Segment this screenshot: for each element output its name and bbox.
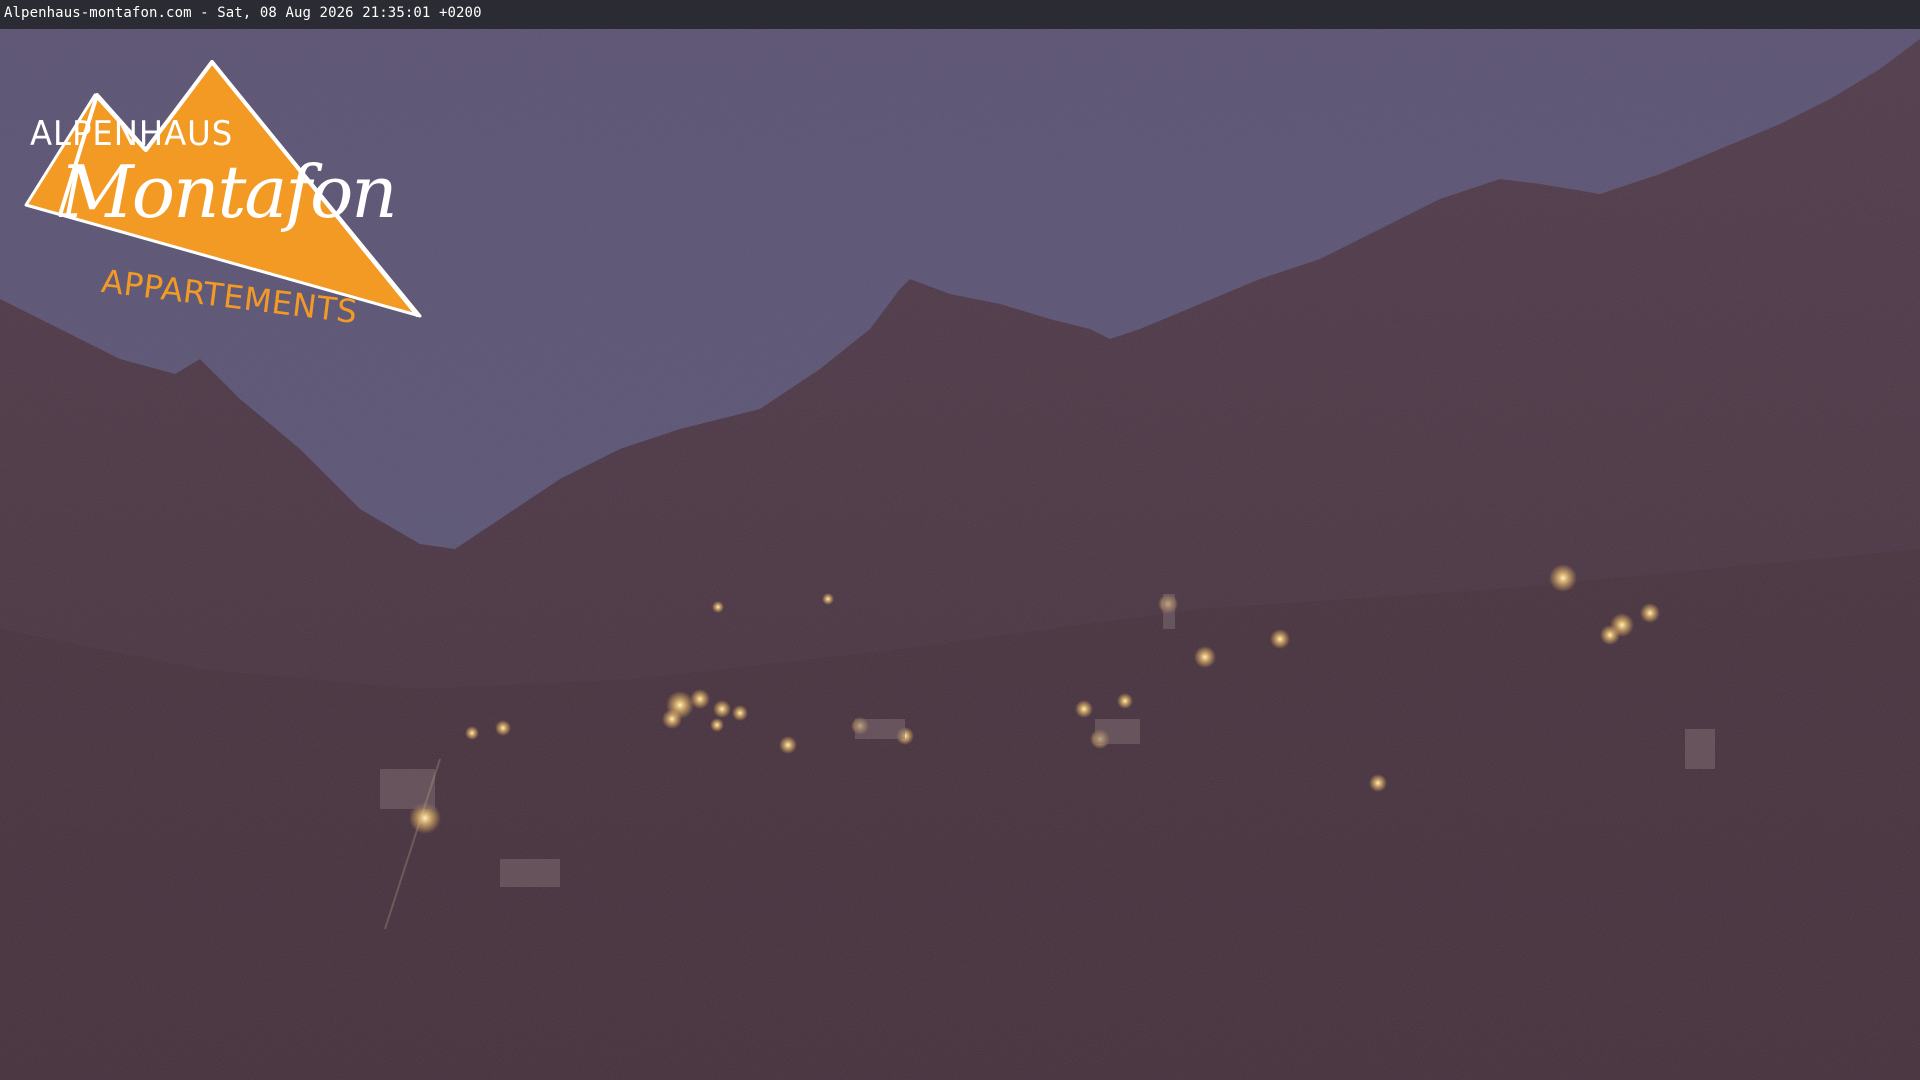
logo-alpenhaus-text: ALPENHAUS (30, 114, 234, 154)
logo-montafon-text: Montafon (60, 150, 398, 234)
timestamp-bar: Alpenhaus-montafon.com - Sat, 08 Aug 202… (0, 0, 1920, 29)
webcam-frame: Alpenhaus-montafon.com - Sat, 08 Aug 202… (0, 0, 1920, 1080)
alpenhaus-montafon-logo: ALPENHAUS Montafon APPARTEMENTS (0, 0, 430, 350)
timestamp-text: Alpenhaus-montafon.com - Sat, 08 Aug 202… (4, 5, 482, 21)
